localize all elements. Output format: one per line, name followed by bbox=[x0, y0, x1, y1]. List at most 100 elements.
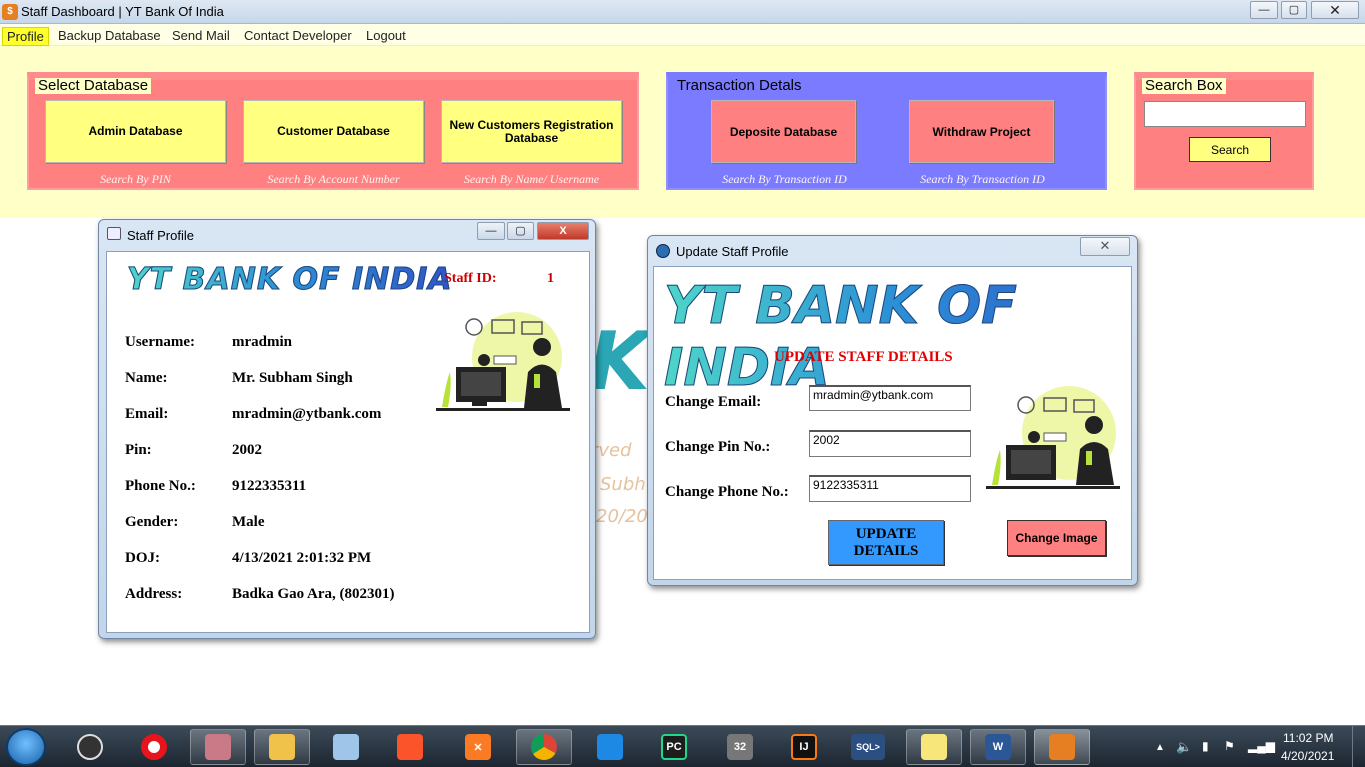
staff-id-label: Staff ID: bbox=[444, 271, 497, 286]
change-pin-label: Change Pin No.: bbox=[665, 439, 771, 455]
menu-bar: Profile Backup Database Send Mail Contac… bbox=[0, 24, 1365, 46]
bank-app-taskbar-icon[interactable] bbox=[1034, 729, 1090, 765]
profile-maximize-button[interactable]: ▢ bbox=[507, 222, 534, 240]
close-button[interactable]: ✕ bbox=[1311, 1, 1359, 19]
update-staff-profile-window: Update Staff Profile ✕ YT BANK OF INDIA … bbox=[647, 235, 1138, 586]
taskbar: ✕ PC 32 IJ SQL> W ▲ 🔈 ▮ ⚑ ▂▄▆ 11:02 PM 4… bbox=[0, 725, 1365, 767]
menu-profile[interactable]: Profile bbox=[2, 27, 49, 46]
chrome-icon[interactable] bbox=[516, 729, 572, 765]
pin-label: Pin: bbox=[125, 442, 152, 458]
address-value: Badka Gao Ara, (802301) bbox=[232, 586, 395, 602]
word-icon[interactable]: W bbox=[970, 729, 1026, 765]
staff-profile-window: Staff Profile — ▢ X YT BANK OF INDIA Sta… bbox=[98, 219, 596, 639]
menu-send-mail[interactable]: Send Mail bbox=[168, 27, 234, 44]
app-32-icon[interactable]: 32 bbox=[712, 729, 768, 765]
email-label: Email: bbox=[125, 406, 169, 422]
transaction-details-group: Transaction Detals Deposite Database Wit… bbox=[666, 72, 1107, 190]
change-email-input[interactable]: mradmin@ytbank.com bbox=[809, 385, 971, 411]
menu-logout[interactable]: Logout bbox=[362, 27, 410, 44]
update-window-icon bbox=[656, 244, 670, 258]
admin-database-button[interactable]: Admin Database bbox=[45, 100, 226, 163]
change-email-label: Change Email: bbox=[665, 394, 762, 410]
staff-illustration bbox=[436, 312, 570, 411]
change-phone-input[interactable]: 9122335311 bbox=[809, 475, 971, 502]
brave-icon[interactable] bbox=[382, 729, 438, 765]
update-profile-title: Update Staff Profile bbox=[676, 244, 789, 259]
phone-value: 9122335311 bbox=[232, 478, 307, 494]
bank-app-icon: $ bbox=[2, 4, 18, 20]
sql-icon[interactable]: SQL> bbox=[840, 729, 896, 765]
notepad-icon[interactable] bbox=[318, 729, 374, 765]
xampp-icon[interactable]: ✕ bbox=[450, 729, 506, 765]
new-customers-registration-button[interactable]: New Customers Registration Database bbox=[441, 100, 622, 163]
show-hidden-icons-icon[interactable]: ▲ bbox=[1155, 742, 1165, 753]
username-value: mradmin bbox=[232, 334, 292, 350]
profile-minimize-button[interactable]: — bbox=[477, 222, 505, 240]
clock-time[interactable]: 11:02 PM bbox=[1283, 731, 1333, 745]
sticky-notes-icon[interactable] bbox=[906, 729, 962, 765]
change-pin-input[interactable]: 2002 bbox=[809, 430, 971, 457]
withdraw-hint: Search By Transaction ID bbox=[920, 172, 1045, 186]
obs-icon[interactable] bbox=[62, 729, 118, 765]
change-image-button[interactable]: Change Image bbox=[1007, 520, 1106, 556]
intellij-icon[interactable]: IJ bbox=[776, 729, 832, 765]
update-staff-illustration bbox=[986, 386, 1120, 489]
file-explorer-icon[interactable] bbox=[254, 729, 310, 765]
search-box-title: Search Box bbox=[1142, 78, 1226, 94]
admin-database-hint: Search By PIN bbox=[100, 172, 171, 186]
show-desktop-button[interactable] bbox=[1352, 726, 1365, 767]
menu-backup-database[interactable]: Backup Database bbox=[54, 27, 165, 44]
select-database-group: Select Database Admin Database Customer … bbox=[27, 72, 639, 190]
gender-label: Gender: bbox=[125, 514, 179, 530]
update-profile-content: YT BANK OF INDIA UPDATE STAFF DETAILS Ch… bbox=[653, 266, 1132, 580]
action-center-flag-icon[interactable]: ⚑ bbox=[1224, 739, 1235, 753]
search-box-group: Search Box Search bbox=[1134, 72, 1314, 190]
name-value: Mr. Subham Singh bbox=[232, 370, 353, 386]
snipping-tool-icon[interactable] bbox=[190, 729, 246, 765]
update-heading: UPDATE STAFF DETAILS bbox=[774, 349, 953, 365]
staff-profile-content: YT BANK OF INDIA Staff ID: 1 Username: m… bbox=[106, 251, 590, 633]
start-orb-icon[interactable] bbox=[6, 728, 46, 766]
network-signal-icon[interactable]: ▂▄▆ bbox=[1248, 739, 1275, 753]
customer-database-hint: Search By Account Number bbox=[267, 172, 400, 186]
watermark-line-2: Subh bbox=[600, 474, 646, 495]
profile-window-icon bbox=[107, 227, 121, 240]
pycharm-icon[interactable]: PC bbox=[646, 729, 702, 765]
device-icon[interactable]: ▮ bbox=[1202, 739, 1209, 753]
maximize-button[interactable]: ▢ bbox=[1281, 1, 1307, 19]
update-close-button[interactable]: ✕ bbox=[1080, 237, 1130, 256]
doj-label: DOJ: bbox=[125, 550, 160, 566]
select-database-title: Select Database bbox=[35, 78, 152, 94]
address-label: Address: bbox=[125, 586, 183, 602]
name-label: Name: bbox=[125, 370, 168, 386]
minimize-button[interactable]: — bbox=[1250, 1, 1278, 19]
watermark-line-1: rved bbox=[591, 440, 632, 461]
customer-database-button[interactable]: Customer Database bbox=[243, 100, 424, 163]
search-input[interactable] bbox=[1144, 101, 1306, 127]
window-title: Staff Dashboard | YT Bank Of India bbox=[21, 4, 224, 19]
withdraw-project-button[interactable]: Withdraw Project bbox=[909, 100, 1054, 163]
gender-value: Male bbox=[232, 514, 265, 530]
watermark-line-3: 20/20 bbox=[596, 506, 648, 527]
transaction-details-title: Transaction Detals bbox=[674, 78, 805, 94]
username-label: Username: bbox=[125, 334, 195, 350]
menu-contact-developer[interactable]: Contact Developer bbox=[240, 27, 356, 44]
deposite-database-button[interactable]: Deposite Database bbox=[711, 100, 856, 163]
update-details-button[interactable]: UPDATE DETAILS bbox=[828, 520, 944, 565]
volume-icon[interactable]: 🔈 bbox=[1176, 739, 1192, 755]
update-bank-logo-text: YT BANK OF INDIA bbox=[664, 275, 1131, 399]
phone-label: Phone No.: bbox=[125, 478, 196, 494]
change-phone-label: Change Phone No.: bbox=[665, 484, 789, 500]
staff-id-value: 1 bbox=[547, 271, 554, 286]
doj-value: 4/13/2021 2:01:32 PM bbox=[232, 550, 372, 566]
clock-date[interactable]: 4/20/2021 bbox=[1281, 749, 1334, 763]
profile-close-button[interactable]: X bbox=[537, 222, 589, 240]
vscode-icon[interactable] bbox=[582, 729, 638, 765]
search-button[interactable]: Search bbox=[1189, 137, 1271, 162]
opera-icon[interactable] bbox=[126, 729, 182, 765]
email-value: mradmin@ytbank.com bbox=[232, 406, 382, 422]
staff-profile-title: Staff Profile bbox=[127, 228, 194, 243]
title-bar: $ Staff Dashboard | YT Bank Of India — ▢… bbox=[0, 0, 1365, 24]
background-logo-fragment: K bbox=[588, 315, 650, 408]
pin-value: 2002 bbox=[232, 442, 262, 458]
